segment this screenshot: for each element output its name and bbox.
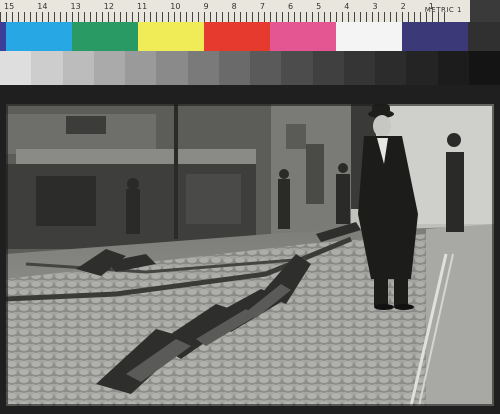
ruler-end <box>470 0 500 22</box>
gray-patch <box>250 51 282 85</box>
color-patch <box>204 22 270 51</box>
color-patch <box>6 22 72 51</box>
color-patch <box>138 22 204 51</box>
gray-patch <box>281 51 313 85</box>
ruler-number: 10 <box>170 2 181 11</box>
ruler-number: 14 <box>37 2 48 11</box>
ruler-number: 3 <box>372 2 378 11</box>
gray-patch <box>156 51 188 85</box>
color-patch <box>402 22 468 51</box>
ruler-number: 13 <box>70 2 81 11</box>
ruler-number: 9 <box>203 2 209 11</box>
ruler-number: 4 <box>344 2 350 11</box>
gray-patch <box>187 51 219 85</box>
color-patch <box>72 22 138 51</box>
gray-patch <box>0 51 32 85</box>
ruler-number: 2 <box>400 2 406 11</box>
color-patch <box>336 22 402 51</box>
ruler-label: METRIC 1 <box>424 6 462 14</box>
ruler-number: 6 <box>287 2 294 11</box>
ruler-number: 12 <box>103 2 114 11</box>
gray-patch <box>218 51 250 85</box>
grayscale-calibration-bar <box>0 51 500 85</box>
ruler-number: 5 <box>316 2 322 11</box>
ruler-ticks <box>0 12 450 22</box>
gray-patch <box>62 51 94 85</box>
ruler-number: 15 <box>4 2 15 11</box>
historic-photograph <box>6 104 494 406</box>
gray-patch <box>375 51 407 85</box>
gray-patch <box>406 51 438 85</box>
ruler-numbers: 15 14 13 12 11 10 9 8 7 6 5 4 3 2 1 <box>4 2 434 11</box>
gray-patch <box>93 51 125 85</box>
gray-patch <box>343 51 375 85</box>
color-patch <box>468 22 500 51</box>
gray-patch <box>437 51 469 85</box>
gray-patch <box>468 51 500 85</box>
photo-scene <box>6 104 494 406</box>
gray-patch <box>312 51 344 85</box>
gray-patch <box>125 51 157 85</box>
scale-ruler: 15 14 13 12 11 10 9 8 7 6 5 4 3 2 1 METR… <box>0 0 500 23</box>
color-patch <box>270 22 336 51</box>
ruler-number: 8 <box>231 2 237 11</box>
color-calibration-bar <box>0 22 500 51</box>
ruler-number: 11 <box>137 2 148 11</box>
ruler-number: 7 <box>259 2 265 11</box>
gray-patch <box>31 51 63 85</box>
